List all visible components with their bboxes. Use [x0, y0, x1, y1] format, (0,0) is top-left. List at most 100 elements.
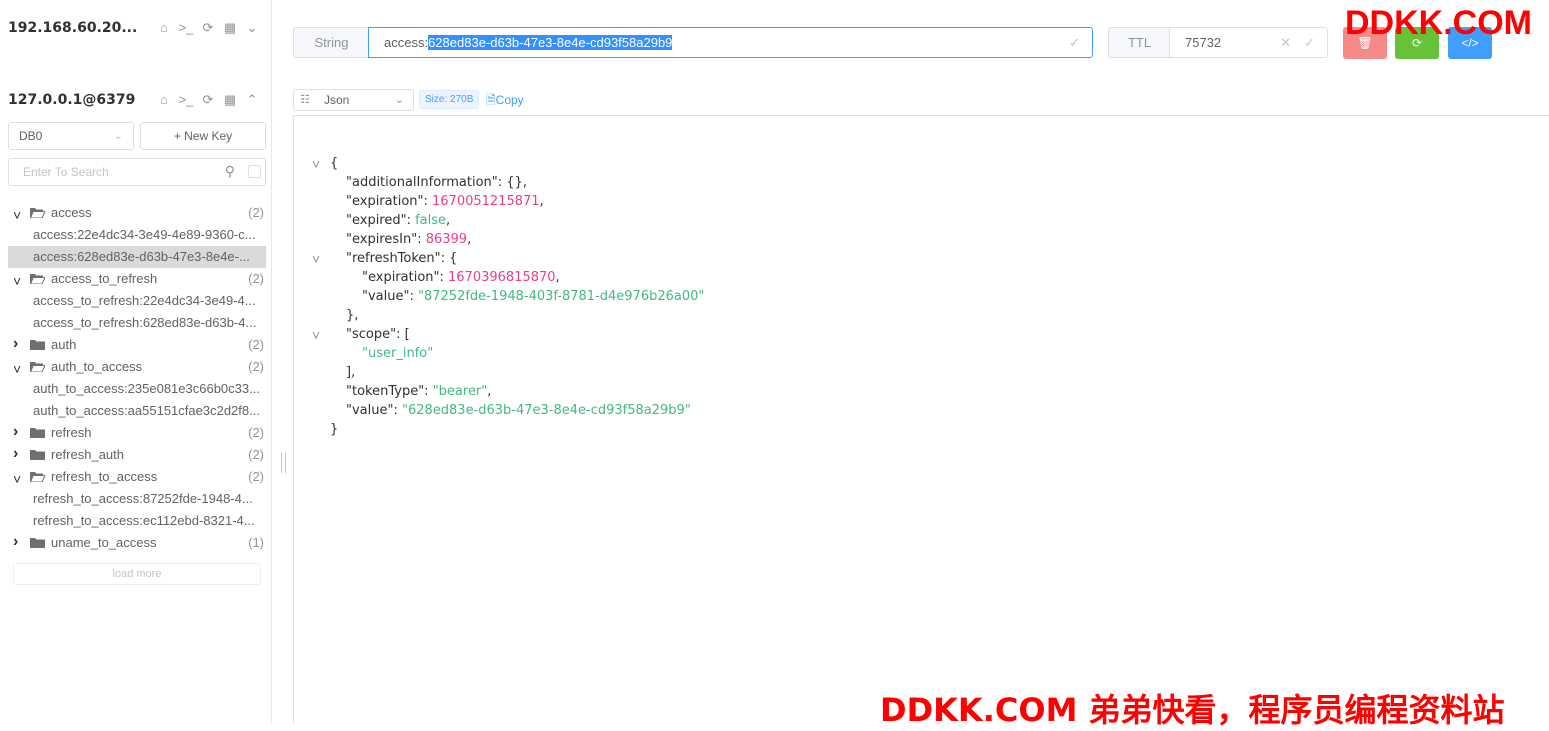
grid-icon[interactable]: ▦	[222, 20, 238, 36]
home-icon[interactable]: ⌂	[156, 92, 172, 108]
tree-key[interactable]: auth_to_access:235e081e3c66b0c33...	[0, 378, 272, 400]
tree-folder-label: auth	[51, 337, 77, 352]
terminal-icon[interactable]: >_	[178, 20, 194, 36]
json-str-value: "user_info"	[362, 346, 434, 361]
clear-icon[interactable]: ✕	[1280, 28, 1291, 57]
folder-open-icon	[30, 208, 45, 218]
key-type-label: String	[293, 27, 369, 58]
json-line: "expiresIn": 86399,	[346, 230, 471, 249]
tree-key-label: access:628ed83e-d63b-47e3-8e4e-...	[33, 249, 250, 264]
json-token: ,	[487, 384, 492, 399]
tree-key-selected[interactable]: access:628ed83e-d63b-47e3-8e4e-...	[8, 246, 266, 268]
tree-folder-count: (2)	[248, 447, 264, 462]
format-select[interactable]: ☷ Json ⌄	[293, 89, 414, 111]
db-select[interactable]: DB0 ⌄	[8, 122, 134, 150]
json-str-value: "87252fde-1948-403f-8781-d4e976b26a00"	[417, 289, 705, 304]
folder-icon	[30, 538, 45, 548]
exact-search-checkbox[interactable]	[248, 165, 261, 178]
chevron-down-icon: ⌄	[113, 130, 123, 142]
tree-key[interactable]: access:22e4dc34-3e49-4e89-9360-c...	[0, 224, 272, 246]
refresh-icon[interactable]: ⟳	[200, 20, 216, 36]
chevron-down-icon[interactable]: ˅	[13, 358, 21, 378]
load-more-button[interactable]: load more	[13, 563, 261, 585]
tree-folder-count: (2)	[248, 337, 264, 352]
chevron-right-icon[interactable]: ›	[13, 334, 18, 355]
json-num-value: 1670051215871	[432, 194, 540, 209]
json-token: "expiration":	[362, 270, 449, 285]
tree-folder[interactable]: ˅ auth_to_access (2)	[0, 356, 272, 378]
check-icon[interactable]: ✓	[1069, 28, 1080, 57]
tree-key[interactable]: refresh_to_access:ec112ebd-8321-4...	[0, 510, 272, 532]
json-token: "refreshToken": {	[346, 251, 458, 266]
tree-key[interactable]: auth_to_access:aa55151cfae3c2d2f8...	[0, 400, 272, 422]
tree-folder[interactable]: › uname_to_access (1)	[0, 532, 272, 554]
tree-folder-count: (2)	[248, 469, 264, 484]
check-icon[interactable]: ✓	[1304, 28, 1315, 57]
ttl-input[interactable]: 75732 ✕ ✓	[1169, 27, 1328, 58]
tree-folder-count: (2)	[248, 271, 264, 286]
json-bool-value: false	[415, 213, 447, 228]
chevron-right-icon[interactable]: ›	[13, 444, 18, 465]
chevron-down-icon[interactable]: ˅	[13, 204, 21, 224]
refresh-icon[interactable]: ⟳	[200, 92, 216, 108]
json-token: ],	[346, 365, 356, 380]
json-line: "user_info"	[362, 344, 433, 363]
chevron-up-icon[interactable]: ⌃	[244, 92, 260, 108]
tree-folder[interactable]: › auth (2)	[0, 334, 272, 356]
chevron-down-icon[interactable]: ˅	[13, 468, 21, 488]
tree-key-label: access_to_refresh:22e4dc34-3e49-4...	[33, 293, 256, 308]
chevron-down-icon[interactable]: ⌄	[244, 20, 260, 36]
json-line: "refreshToken": {	[346, 249, 457, 268]
json-token: "expiresIn":	[346, 232, 426, 247]
tree-key-label: refresh_to_access:ec112ebd-8321-4...	[33, 513, 255, 528]
tree-folder-count: (2)	[248, 425, 264, 440]
tree-key[interactable]: access_to_refresh:22e4dc34-3e49-4...	[0, 290, 272, 312]
json-line: "expiration": 1670051215871,	[346, 192, 544, 211]
json-token: },	[346, 308, 359, 323]
sidebar-resize-handle[interactable]	[281, 453, 286, 473]
tree-key[interactable]: refresh_to_access:87252fde-1948-4...	[0, 488, 272, 510]
chevron-down-icon[interactable]: ˅	[13, 270, 21, 290]
new-key-button[interactable]: + New Key	[140, 122, 266, 150]
tree-key[interactable]: access_to_refresh:628ed83e-d63b-4...	[0, 312, 272, 334]
tree-folder[interactable]: › refresh (2)	[0, 422, 272, 444]
fold-toggle-icon[interactable]: ˅	[312, 156, 320, 172]
home-icon[interactable]: ⌂	[156, 20, 172, 36]
tree-folder[interactable]: ˅ access (2)	[0, 202, 272, 224]
tree-folder-label: auth_to_access	[51, 359, 143, 374]
search-input[interactable]	[9, 159, 237, 185]
connection-name[interactable]: 192.168.60.20...	[8, 20, 137, 36]
chevron-right-icon[interactable]: ›	[13, 532, 18, 553]
json-token: }	[330, 422, 339, 437]
json-line: "expiration": 1670396815870,	[362, 268, 560, 287]
copy-button[interactable]: 🗎Copy	[486, 91, 524, 109]
search-icon[interactable]: ⚲	[225, 163, 235, 180]
chevron-right-icon[interactable]: ›	[13, 422, 18, 443]
connection-row-2[interactable]: 127.0.0.1@6379 ⌂ >_ ⟳ ▦ ⌃	[0, 86, 272, 116]
tree-folder-count: (2)	[248, 359, 264, 374]
json-token: "expiration":	[346, 194, 433, 209]
json-viewer[interactable]: ˅ {"additionalInformation": {}, "expiratio…	[293, 115, 1549, 723]
json-line: "tokenType": "bearer",	[346, 382, 491, 401]
tree-key-label: auth_to_access:235e081e3c66b0c33...	[33, 381, 260, 396]
format-value: Json	[324, 93, 350, 107]
connection-row-1[interactable]: 192.168.60.20... ⌂ >_ ⟳ ▦ ⌄	[0, 14, 272, 44]
tree-folder[interactable]: ˅ access_to_refresh (2)	[0, 268, 272, 290]
size-badge: Size: 270B	[419, 90, 480, 109]
tree-folder[interactable]: ˅ refresh_to_access (2)	[0, 466, 272, 488]
connection-name[interactable]: 127.0.0.1@6379	[8, 92, 135, 108]
tree-key-label: refresh_to_access:87252fde-1948-4...	[33, 491, 253, 506]
key-name-input[interactable]: access:628ed83e-d63b-47e3-8e4e-cd93f58a2…	[368, 27, 1093, 58]
json-str-value: "628ed83e-d63b-47e3-8e4e-cd93f58a29b9"	[401, 403, 691, 418]
key-selected-text: 628ed83e-d63b-47e3-8e4e-cd93f58a29b9	[428, 35, 673, 50]
terminal-icon[interactable]: >_	[178, 92, 194, 108]
json-str-value: "bearer"	[432, 384, 488, 399]
folder-open-icon	[30, 274, 45, 284]
grid-icon[interactable]: ▦	[222, 92, 238, 108]
tree-folder[interactable]: › refresh_auth (2)	[0, 444, 272, 466]
tree-folder-label: refresh_auth	[51, 447, 124, 462]
tree-key-label: access:22e4dc34-3e49-4e89-9360-c...	[33, 227, 256, 242]
folder-icon	[30, 340, 45, 350]
fold-toggle-icon[interactable]: ˅	[312, 327, 320, 343]
fold-toggle-icon[interactable]: ˅	[312, 251, 320, 267]
